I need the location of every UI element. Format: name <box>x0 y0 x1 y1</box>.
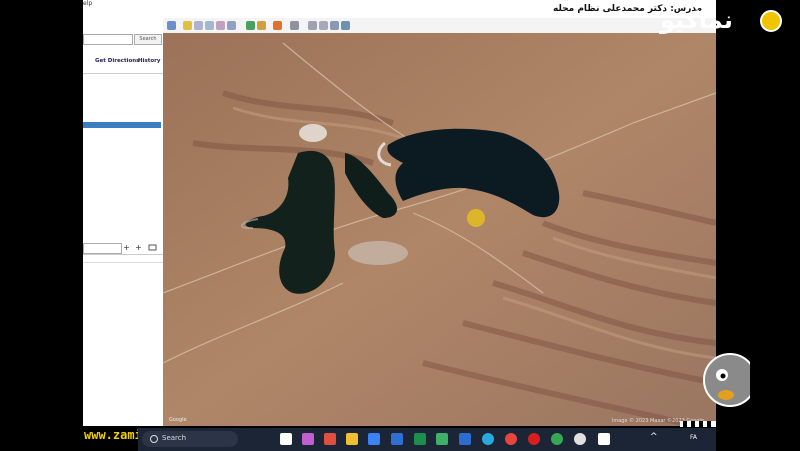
divider <box>83 262 163 263</box>
ruler-icon[interactable] <box>290 21 299 30</box>
add-button[interactable]: + <box>122 243 131 252</box>
map-toolbar <box>163 18 716 34</box>
file-explorer-icon[interactable] <box>346 433 358 445</box>
historical-imagery-icon[interactable] <box>246 21 255 30</box>
film-reel-icon <box>760 10 782 32</box>
map-scale-label: Google <box>169 417 187 423</box>
app-icon[interactable] <box>598 433 610 445</box>
decorative-stripe <box>680 421 716 427</box>
taskbar-search[interactable]: Search <box>142 431 238 447</box>
add-folder-button[interactable]: + <box>134 243 143 252</box>
excel-icon[interactable] <box>414 433 426 445</box>
app-icon[interactable] <box>324 433 336 445</box>
copilot-icon[interactable] <box>302 433 314 445</box>
placemark-icon[interactable] <box>183 21 192 30</box>
task-view-icon[interactable] <box>280 433 292 445</box>
selected-list-item[interactable] <box>83 122 161 128</box>
layer-icon[interactable] <box>148 243 157 252</box>
tray-chevron-up-icon[interactable]: ^ <box>650 432 658 442</box>
mascot-character-icon <box>703 353 750 407</box>
history-link[interactable]: History <box>138 58 160 64</box>
outlook-icon[interactable] <box>459 433 471 445</box>
satellite-map[interactable]: Google Image © 2023 Maxar ©2023 Google <box>163 33 716 426</box>
app-icon[interactable] <box>436 433 448 445</box>
print-icon[interactable] <box>319 21 328 30</box>
cursor-highlight <box>467 209 485 227</box>
overlay-icon[interactable] <box>216 21 225 30</box>
channel-logo: نماکیو <box>660 6 733 34</box>
store-icon[interactable] <box>368 433 380 445</box>
search-input[interactable] <box>83 34 133 45</box>
path-icon[interactable] <box>205 21 214 30</box>
input-language[interactable]: FA <box>690 434 697 441</box>
telegram-icon[interactable] <box>482 433 494 445</box>
menu-help[interactable]: elp <box>83 1 92 7</box>
sidebar-toggle-icon[interactable] <box>167 21 176 30</box>
taskbar-search-label: Search <box>162 434 187 442</box>
sun-icon[interactable] <box>257 21 266 30</box>
title-strip: elp مدرس: دکتر محمدعلی نظام محله <box>83 0 716 18</box>
sidebar-panel: Search Get Directions History + + <box>83 18 164 426</box>
get-directions-link[interactable]: Get Directions <box>95 58 139 64</box>
save-image-icon[interactable] <box>330 21 339 30</box>
word-icon[interactable] <box>391 433 403 445</box>
search-icon <box>150 435 158 443</box>
chrome-icon[interactable] <box>551 433 563 445</box>
planet-icon[interactable] <box>273 21 282 30</box>
chrome-icon[interactable] <box>505 433 517 445</box>
view-in-maps-icon[interactable] <box>341 21 350 30</box>
taskbar: Search ^ FA <box>138 428 716 451</box>
email-icon[interactable] <box>308 21 317 30</box>
places-field[interactable] <box>83 243 122 254</box>
opera-icon[interactable] <box>528 433 540 445</box>
search-button[interactable]: Search <box>134 34 162 45</box>
divider <box>83 254 163 255</box>
divider <box>83 73 163 74</box>
terrain-imagery <box>163 33 716 426</box>
tour-icon[interactable] <box>227 21 236 30</box>
google-earth-icon[interactable] <box>574 433 586 445</box>
polygon-icon[interactable] <box>194 21 203 30</box>
application-window: elp مدرس: دکتر محمدعلی نظام محله Search … <box>83 0 716 426</box>
